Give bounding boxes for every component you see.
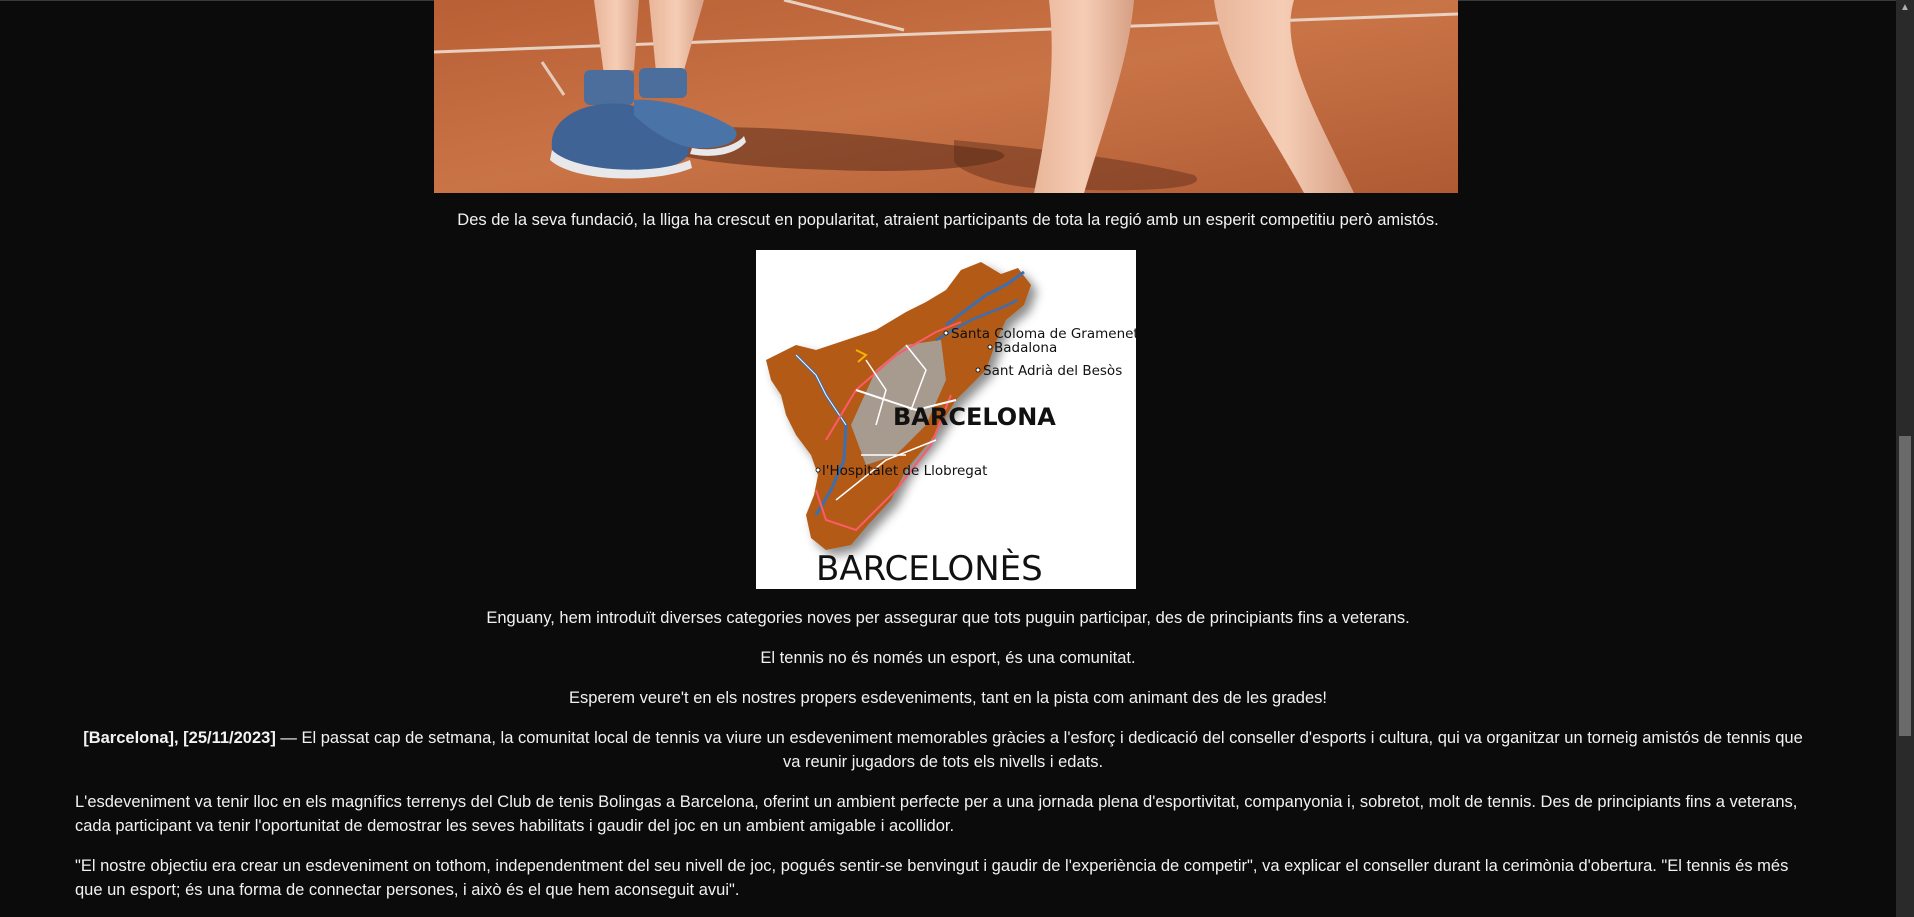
map-title: BARCELONÈS (816, 548, 1043, 589)
map-label-barcelona: BARCELONA (893, 403, 1056, 431)
scrollbar-thumb[interactable] (1899, 436, 1911, 736)
barcelones-map: Santa Coloma de Gramenet Badalona Sant A… (756, 250, 1136, 589)
article-lead: [Barcelona], [25/11/2023] — El passat ca… (75, 727, 1811, 775)
caption-new-categories: Enguany, hem introduït diverses categori… (486, 609, 1410, 627)
vertical-scrollbar[interactable]: ▲ (1896, 0, 1914, 917)
article-paragraph-quote: "El nostre objectiu era crear un esdeven… (75, 857, 1789, 899)
article-dateline: [Barcelona], [25/11/2023] (83, 729, 276, 747)
map-label-badalona: Badalona (994, 340, 1057, 356)
tennis-court-photo (434, 0, 1458, 193)
article-body-3: "El nostre objectiu era crear un esdeven… (75, 855, 1811, 903)
chevron-up-icon[interactable]: ▲ (1896, 0, 1914, 16)
article-lead-paragraph: [Barcelona], [25/11/2023] — El passat ca… (75, 727, 1811, 775)
caption-community: El tennis no és només un esport, és una … (760, 649, 1136, 667)
article-lead-text: — El passat cap de setmana, la comunitat… (275, 729, 1803, 771)
map-label-hospitalet: l'Hospitalet de Llobregat (822, 463, 987, 479)
map-label-sant-adria: Sant Adrià del Besòs (983, 363, 1122, 379)
caption-see-you: Esperem veure't en els nostres propers e… (569, 689, 1327, 707)
caption-league-growth: Des de la seva fundació, la lliga ha cre… (457, 211, 1439, 229)
article-paragraph-venue: L'esdeveniment va tenir lloc en els magn… (75, 793, 1798, 835)
article-body-2: L'esdeveniment va tenir lloc en els magn… (75, 791, 1811, 839)
